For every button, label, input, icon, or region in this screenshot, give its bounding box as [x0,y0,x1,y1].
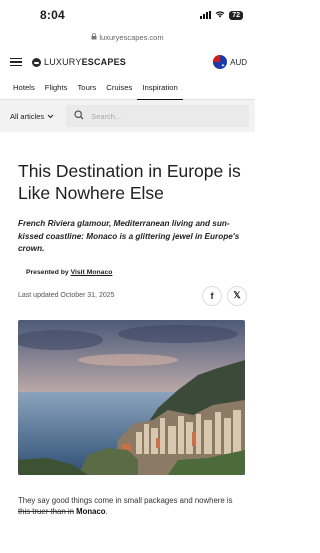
sponsor-prefix: Presented by [26,268,71,276]
search-input[interactable]: Search... [66,105,249,127]
last-updated: Last updated October 31, 2025 [18,292,115,299]
status-bar: 8:04 72 [0,0,255,30]
facebook-icon[interactable]: f [202,285,222,306]
nav-item-flights[interactable]: Flights [40,76,73,100]
articles-dropdown-label: All articles [10,111,45,121]
battery-icon: 72 [229,10,243,20]
body-start: They say good things come in small packa… [18,495,233,505]
share-buttons: f 𝕏 [202,285,247,306]
body-end: . [105,507,108,516]
x-icon[interactable]: 𝕏 [227,285,247,306]
currency-selector[interactable]: AUD [213,55,247,69]
article-body: They say good things come in small packa… [18,495,245,518]
lock-icon [91,32,97,42]
article-intro: French Riviera glamour, Mediterranean li… [18,219,240,253]
nav-item-cruises[interactable]: Cruises [101,76,137,100]
nav-item-tours[interactable]: Tours [72,76,101,100]
logo-text-light: LUXURY [44,57,82,67]
logo-text-bold: ESCAPES [81,57,126,67]
search-placeholder: Search... [91,111,122,121]
nav-item-inspiration[interactable]: Inspiration [137,76,183,100]
articles-dropdown[interactable]: All articles [10,112,54,121]
article-filters: All articles Search... [0,100,255,132]
monaco-coast-illustration [18,319,245,475]
body-bold: Monaco [76,507,106,516]
signal-icon [200,11,212,19]
article-title: This Destination in Europe is Like Nowhe… [18,161,241,203]
site-logo[interactable]: LUXURY ESCAPES [32,57,126,67]
hero-image [18,319,245,475]
sponsor-line: Presented by Visit Monaco [26,269,255,276]
search-icon [74,110,84,122]
nav-item-hotels[interactable]: Hotels [8,76,40,100]
australia-flag-icon [213,55,228,69]
status-icons: 72 [200,10,243,20]
status-time: 8:04 [40,8,65,22]
logo-icon [32,57,41,67]
site-header: LUXURYESCAPES AUD [0,48,255,76]
article-meta: Last updated October 31, 2025 f 𝕏 [18,285,247,306]
sponsor-link[interactable]: Visit Monaco [71,269,113,276]
browser-url-bar[interactable]: luxuryescapes.com [0,30,255,44]
main-nav: Hotels Flights Tours Cruises Inspiration [0,76,255,100]
body-highlight: this truer than in [18,507,74,516]
wifi-icon [215,10,225,20]
currency-label: AUD [230,57,247,67]
url-text: luxuryescapes.com [99,32,164,42]
menu-icon[interactable] [10,57,22,67]
chevron-down-icon [47,112,54,121]
